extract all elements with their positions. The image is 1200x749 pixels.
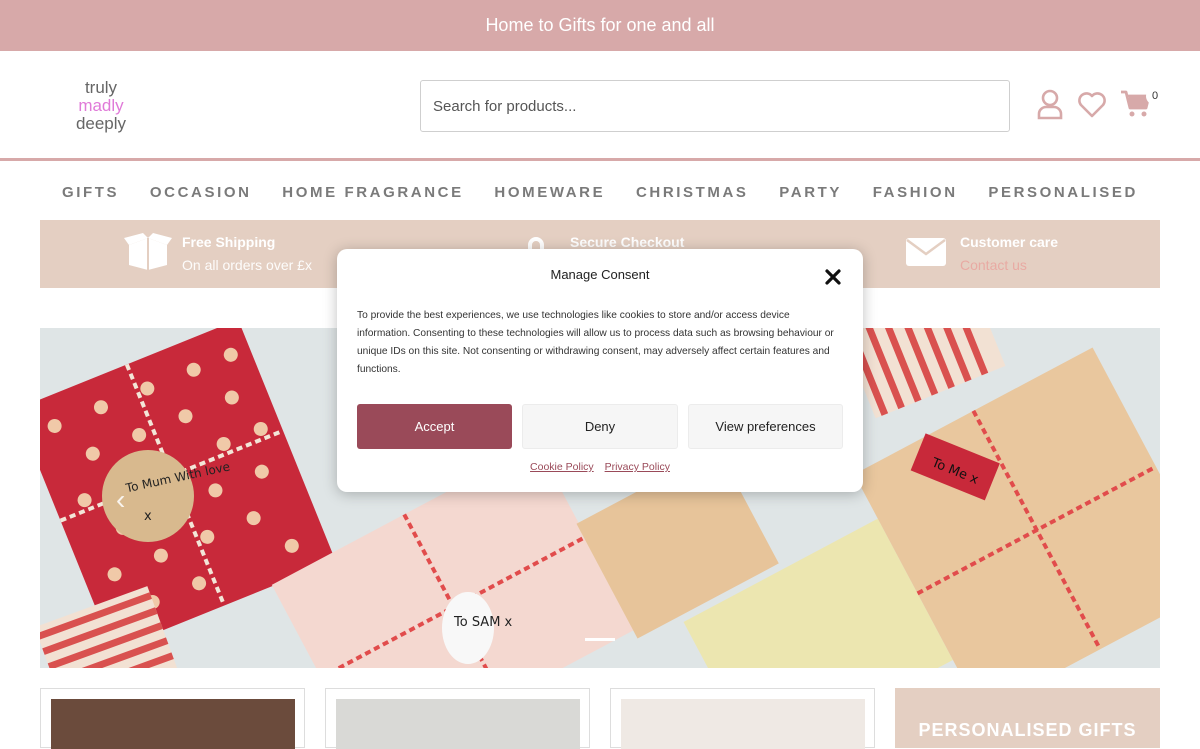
feature-subtitle: On all orders over £x: [182, 257, 312, 273]
gift-tag-mum-kiss: x: [144, 509, 152, 524]
nav-personalised[interactable]: PERSONALISED: [988, 184, 1138, 201]
contact-us-link[interactable]: Contact us: [960, 252, 1058, 278]
privacy-policy-link[interactable]: Privacy Policy: [605, 461, 670, 473]
hero-prev-arrow[interactable]: ‹: [116, 484, 125, 516]
nav-occasion[interactable]: OCCASION: [150, 184, 252, 201]
consent-title: Manage Consent: [550, 267, 650, 282]
box-icon: [122, 232, 174, 272]
announcement-bar: Home to Gifts for one and all: [0, 0, 1200, 51]
search-input[interactable]: [421, 81, 1009, 131]
category-card[interactable]: [610, 688, 875, 749]
hero-slide-indicator[interactable]: [585, 638, 615, 641]
announcement-text: Home to Gifts for one and all: [485, 15, 715, 35]
category-image: [336, 699, 580, 749]
search-box: [420, 80, 1010, 132]
gift-tag-sam: To SAM x: [453, 615, 513, 630]
cart-count-badge: 0: [1146, 87, 1164, 105]
feature-title: Free Shipping: [182, 234, 276, 250]
promo-label: PERSONALISED GIFTS: [918, 720, 1137, 740]
nav-home-fragrance[interactable]: HOME FRAGRANCE: [282, 184, 463, 201]
category-image: [621, 699, 865, 749]
consent-body: To provide the best experiences, we use …: [357, 310, 834, 375]
logo-word-deeply: deeply: [75, 114, 127, 133]
accept-button[interactable]: Accept: [357, 404, 512, 449]
policy-links: Cookie Policy Privacy Policy: [337, 461, 863, 473]
category-cards: PERSONALISED GIFTS: [40, 688, 1160, 749]
nav-fashion[interactable]: FASHION: [873, 184, 958, 201]
category-card[interactable]: [325, 688, 590, 749]
envelope-icon: [900, 232, 952, 272]
heart-icon[interactable]: [1076, 87, 1108, 121]
category-image: [51, 699, 295, 749]
nav-christmas[interactable]: CHRISTMAS: [636, 184, 749, 201]
main-nav: GIFTS OCCASION HOME FRAGRANCE HOMEWARE C…: [40, 174, 1160, 210]
feature-free-shipping: Free Shipping On all orders over £x: [122, 232, 312, 278]
site-header: truly madly deeply 0: [0, 51, 1200, 161]
category-card[interactable]: [40, 688, 305, 749]
nav-party[interactable]: PARTY: [779, 184, 842, 201]
site-logo[interactable]: truly madly deeply: [66, 79, 136, 133]
close-icon[interactable]: [822, 266, 844, 288]
user-icon[interactable]: [1034, 87, 1066, 121]
feature-title: Customer care: [960, 234, 1059, 250]
feature-customer-care: Customer care Contact us: [900, 232, 1058, 278]
nav-gifts[interactable]: GIFTS: [62, 184, 119, 201]
logo-word-truly: truly: [84, 78, 118, 97]
deny-button[interactable]: Deny: [522, 404, 678, 449]
cookie-policy-link[interactable]: Cookie Policy: [530, 461, 594, 473]
personalised-gifts-promo[interactable]: PERSONALISED GIFTS: [895, 688, 1160, 748]
nav-homeware[interactable]: HOMEWARE: [494, 184, 605, 201]
view-preferences-button[interactable]: View preferences: [688, 404, 843, 449]
logo-word-madly: madly: [78, 96, 124, 115]
